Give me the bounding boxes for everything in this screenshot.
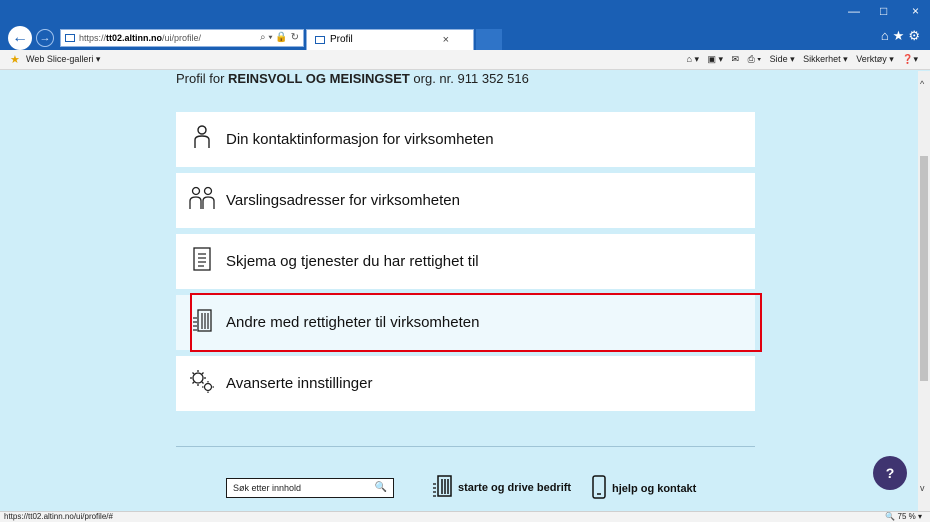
new-tab-button[interactable] xyxy=(476,29,502,50)
favorites-star-icon[interactable]: ★ xyxy=(10,53,20,66)
command-bar-tools: ⌂ ▾ ▣ ▾ ✉ ⎙ ▾ Side ▾ Sikkerhet ▾ Verktøy… xyxy=(681,54,918,65)
menu-item-label: Avanserte innstillinger xyxy=(226,375,373,392)
home-icon[interactable]: ⌂ ▾ xyxy=(687,54,699,64)
browser-title-bar: ← → https://tt02.altinn.no/ui/profile/ ⌕… xyxy=(0,0,930,50)
menu-item-label: Din kontaktinformasjon for virksomheten xyxy=(226,131,494,148)
menu-item-advanced-settings[interactable]: Avanserte innstillinger xyxy=(176,356,755,411)
gears-icon xyxy=(188,369,216,398)
status-bar: https://tt02.altinn.no/ui/profile/# 🔍 75… xyxy=(0,511,930,522)
web-slice-gallery-link[interactable]: Web Slice-galleri ▾ xyxy=(26,54,100,65)
address-host: tt02.altinn.no xyxy=(106,33,163,43)
feeds-icon[interactable]: ▣ ▾ xyxy=(708,54,724,64)
help-contact-link[interactable]: hjelp og kontakt xyxy=(592,475,696,502)
forward-button[interactable]: → xyxy=(36,29,54,47)
start-business-label: starte og drive bedrift xyxy=(458,481,572,494)
scroll-down-icon[interactable]: v xyxy=(920,483,925,493)
page-favicon-icon xyxy=(65,34,75,42)
menu-item-contact-info[interactable]: Din kontaktinformasjon for virksomheten xyxy=(176,112,755,167)
side-menu[interactable]: Side ▾ xyxy=(770,54,795,64)
help-button[interactable]: ? xyxy=(873,456,907,490)
print-icon[interactable]: ⎙ ▾ xyxy=(748,54,761,64)
tab-close-icon[interactable]: × xyxy=(443,30,449,50)
phone-icon xyxy=(592,475,606,502)
people-icon xyxy=(188,186,216,215)
scroll-thumb[interactable] xyxy=(920,156,928,381)
header-prefix: Profil for xyxy=(176,71,229,86)
building-icon xyxy=(432,475,452,500)
menu-item-label: Skjema og tjenester du har rettighet til xyxy=(226,253,479,270)
footer-divider xyxy=(176,446,755,447)
sikkerhet-menu[interactable]: Sikkerhet ▾ xyxy=(803,54,848,64)
maximize-button[interactable]: □ xyxy=(880,4,887,18)
document-icon xyxy=(188,247,216,276)
start-business-link[interactable]: starte og drive bedrift xyxy=(432,475,571,500)
search-input[interactable]: Søk etter innhold 🔍 xyxy=(226,478,394,498)
address-bar[interactable]: https://tt02.altinn.no/ui/profile/ ⌕ ▾ 🔒… xyxy=(60,29,304,47)
verktoy-menu[interactable]: Verktøy ▾ xyxy=(856,54,894,64)
command-bar: ★ Web Slice-galleri ▾ ⌂ ▾ ▣ ▾ ✉ ⎙ ▾ Side… xyxy=(0,50,930,70)
header-org-number: org. nr. 911 352 516 xyxy=(409,71,529,86)
menu-item-notification-addresses[interactable]: Varslingsadresser for virksomheten xyxy=(176,173,755,228)
status-url: https://tt02.altinn.no/ui/profile/# xyxy=(4,512,113,521)
page-title: Profil for REINSVOLL OG MEISINGSET org. … xyxy=(176,71,529,91)
scroll-up-icon[interactable]: ^ xyxy=(920,79,924,89)
menu-item-forms-and-services[interactable]: Skjema og tjenester du har rettighet til xyxy=(176,234,755,289)
tab-title: Profil xyxy=(330,34,353,45)
help-contact-label: hjelp og kontakt xyxy=(612,482,697,495)
zoom-control[interactable]: 🔍 75 % ▾ xyxy=(885,512,922,521)
close-window-button[interactable]: × xyxy=(912,4,919,18)
selection-highlight xyxy=(190,293,762,352)
search-icon[interactable]: 🔍 xyxy=(375,479,387,497)
tab-profil[interactable]: Profil × xyxy=(306,29,474,50)
address-prefix: https:// xyxy=(79,33,107,43)
vertical-scrollbar[interactable]: ^ v xyxy=(918,71,930,511)
menu-item-label: Varslingsadresser for virksomheten xyxy=(226,192,460,209)
page-content: Profil for REINSVOLL OG MEISINGSET org. … xyxy=(0,71,918,511)
home-favorites-settings-icon[interactable]: ⌂★⚙ xyxy=(881,28,924,44)
tab-favicon-icon xyxy=(315,36,325,44)
address-path: /ui/profile/ xyxy=(162,33,202,43)
address-tools-icon[interactable]: ⌕ ▾ 🔒 ↻ xyxy=(260,30,299,46)
minimize-button[interactable]: — xyxy=(848,4,860,18)
search-placeholder: Søk etter innhold xyxy=(233,483,302,493)
help-icon[interactable]: ❓▾ xyxy=(902,54,918,64)
back-button[interactable]: ← xyxy=(8,26,32,50)
mail-icon[interactable]: ✉ xyxy=(732,54,740,64)
header-org-name: REINSVOLL OG MEISINGSET xyxy=(228,71,410,86)
person-icon xyxy=(188,125,216,154)
